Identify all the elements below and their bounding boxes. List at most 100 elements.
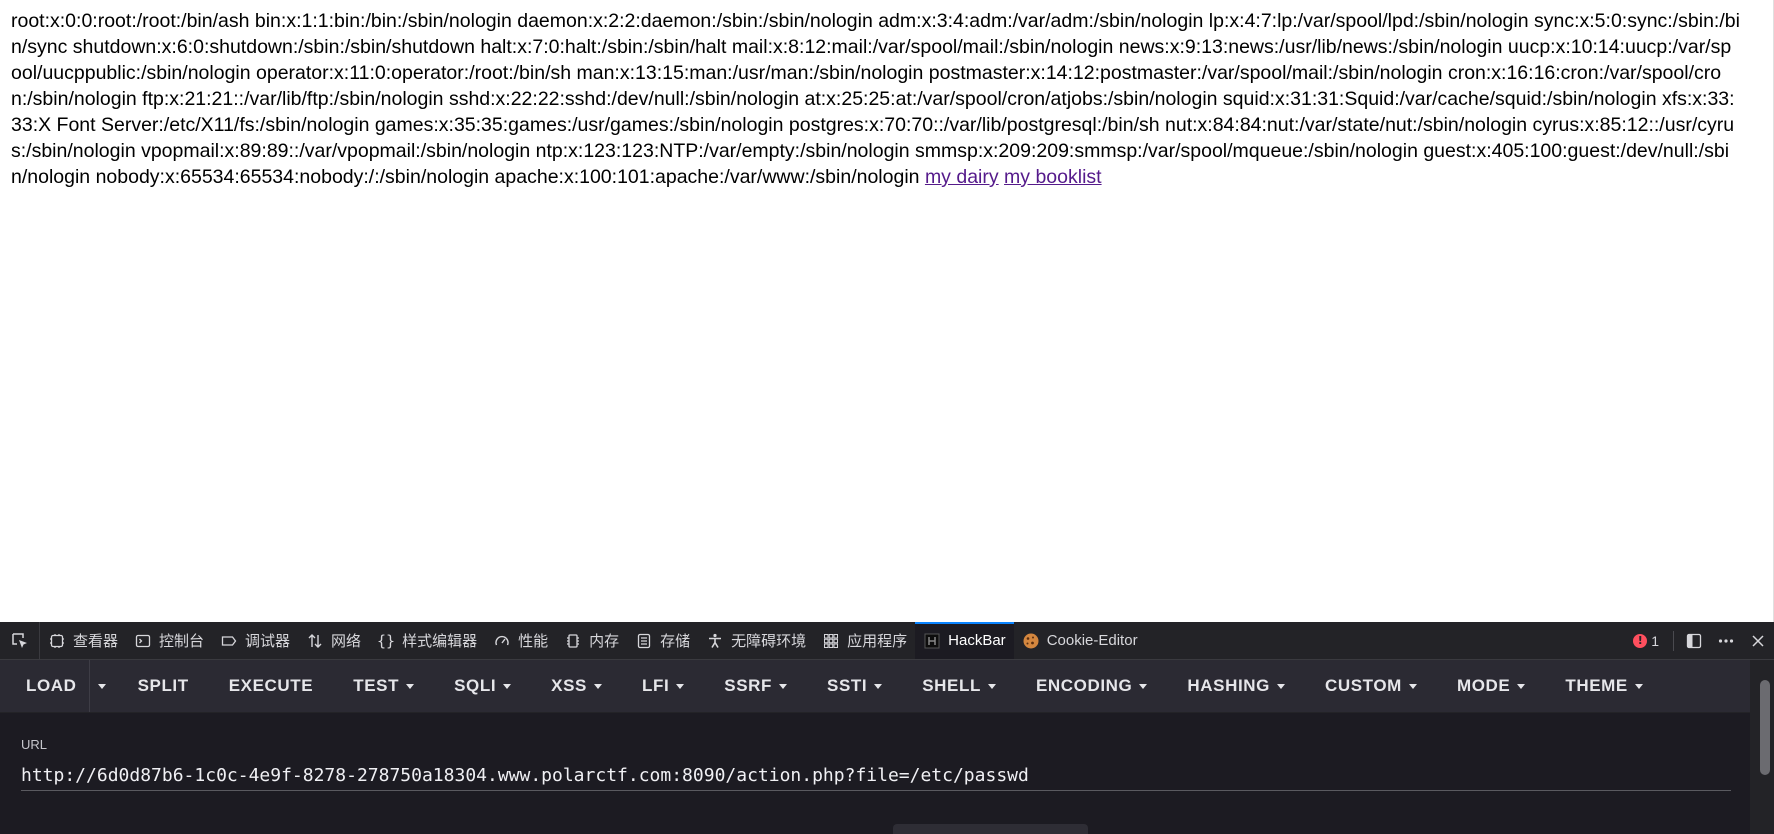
tab-console[interactable]: 控制台 — [126, 622, 212, 659]
console-icon — [134, 632, 152, 650]
hackbar-scrollbar[interactable] — [1760, 680, 1770, 775]
element-picker-button[interactable] — [0, 622, 40, 659]
tab-cookie-editor[interactable]: Cookie-Editor — [1014, 622, 1146, 659]
ssrf-label: SSRF — [724, 676, 773, 695]
error-count-badge[interactable]: ! 1 — [1623, 633, 1669, 649]
tab-label: 控制台 — [159, 633, 205, 650]
chevron-down-icon — [1276, 683, 1285, 689]
load-button[interactable]: LOAD — [6, 660, 89, 712]
dock-options-button[interactable] — [1678, 622, 1710, 659]
xss-menu-button[interactable]: XSS — [531, 660, 622, 712]
link-my-dairy[interactable]: my dairy — [925, 166, 999, 188]
sqli-menu-button[interactable]: SQLI — [434, 660, 531, 712]
encoding-label: ENCODING — [1035, 676, 1133, 695]
theme-menu-button[interactable]: THEME — [1545, 660, 1663, 712]
memory-icon — [564, 632, 582, 650]
storage-icon — [635, 632, 653, 650]
hackbar-toolbar: LOAD SPLIT EXECUTE TEST SQLI XSS LFI SSR… — [0, 660, 1750, 712]
chevron-down-icon — [779, 683, 788, 689]
link-my-booklist[interactable]: my booklist — [1004, 166, 1102, 188]
tab-label: 性能 — [518, 633, 549, 650]
url-input[interactable] — [21, 760, 1731, 791]
tab-storage[interactable]: 存储 — [627, 622, 698, 659]
tab-debugger[interactable]: 调试器 — [212, 622, 298, 659]
chevron-down-icon — [1517, 683, 1526, 689]
ssrf-menu-button[interactable]: SSRF — [704, 660, 807, 712]
chevron-down-icon — [1408, 683, 1417, 689]
test-menu-button[interactable]: TEST — [333, 660, 434, 712]
tab-memory[interactable]: 内存 — [556, 622, 627, 659]
tab-label: Cookie-Editor — [1046, 632, 1138, 649]
error-icon: ! — [1633, 633, 1648, 648]
tab-application[interactable]: 应用程序 — [814, 622, 915, 659]
shell-menu-button[interactable]: SHELL — [902, 660, 1016, 712]
chevron-down-icon — [406, 683, 415, 689]
chevron-down-icon — [1139, 683, 1148, 689]
network-icon — [306, 632, 324, 650]
accessibility-icon — [706, 632, 724, 650]
lfi-label: LFI — [642, 676, 670, 695]
element-picker-icon — [11, 632, 27, 648]
dock-side-icon — [1686, 633, 1702, 648]
tab-hackbar[interactable]: HackBar — [915, 622, 1014, 659]
close-icon — [1752, 634, 1764, 647]
tab-label: 应用程序 — [847, 633, 908, 650]
chevron-down-icon — [503, 683, 512, 689]
tab-label: 无障碍环境 — [731, 633, 807, 650]
lfi-menu-button[interactable]: LFI — [622, 660, 704, 712]
ssti-label: SSTI — [827, 676, 868, 695]
sqli-label: SQLI — [454, 676, 497, 695]
passwd-text: root:x:0:0:root:/root:/bin/ash bin:x:1:1… — [11, 10, 1740, 188]
tab-accessibility[interactable]: 无障碍环境 — [698, 622, 814, 659]
custom-label: CUSTOM — [1324, 676, 1402, 695]
custom-menu-button[interactable]: CUSTOM — [1305, 660, 1437, 712]
devtools-panel: 查看器 控制台 调试器 网络 {} 样式编辑器 性能 内存 存储 无障碍环境 应… — [0, 622, 1774, 834]
mode-label: MODE — [1456, 676, 1511, 695]
tab-label: 调试器 — [245, 633, 291, 650]
execute-label: EXECUTE — [228, 676, 314, 695]
tab-label: 查看器 — [73, 633, 119, 650]
tab-style-editor[interactable]: {} 样式编辑器 — [369, 622, 485, 659]
split-button[interactable]: SPLIT — [118, 660, 209, 712]
shell-label: SHELL — [922, 676, 981, 695]
load-options-button[interactable] — [88, 660, 118, 712]
page-content: root:x:0:0:root:/root:/bin/ash bin:x:1:1… — [0, 0, 1750, 190]
hashing-label: HASHING — [1187, 676, 1270, 695]
cookie-icon — [1022, 632, 1040, 650]
chevron-down-icon — [987, 683, 996, 689]
url-field-label: URL — [21, 737, 48, 752]
chevron-down-icon — [594, 683, 602, 689]
xss-label: XSS — [551, 676, 587, 695]
performance-icon — [493, 632, 511, 650]
ssti-menu-button[interactable]: SSTI — [807, 660, 902, 712]
tab-network[interactable]: 网络 — [298, 622, 369, 659]
debugger-icon — [220, 632, 238, 650]
resize-handle[interactable] — [893, 824, 1088, 834]
error-count: 1 — [1651, 632, 1659, 649]
load-label: LOAD — [26, 676, 77, 695]
hackbar-icon — [923, 632, 941, 650]
page-viewport: root:x:0:0:root:/root:/bin/ash bin:x:1:1… — [0, 0, 1774, 622]
tab-label: HackBar — [948, 632, 1006, 649]
tab-label: 样式编辑器 — [402, 633, 478, 650]
hackbar-url-section: URL — [0, 713, 1750, 834]
encoding-menu-button[interactable]: ENCODING — [1016, 660, 1167, 712]
mode-menu-button[interactable]: MODE — [1437, 660, 1545, 712]
application-icon — [822, 632, 840, 650]
tab-label: 存储 — [660, 633, 691, 650]
chevron-down-icon — [1634, 683, 1643, 689]
split-label: SPLIT — [137, 676, 189, 695]
tab-performance[interactable]: 性能 — [485, 622, 556, 659]
tab-label: 内存 — [589, 633, 620, 650]
devtools-tabbar: 查看器 控制台 调试器 网络 {} 样式编辑器 性能 内存 存储 无障碍环境 应… — [0, 622, 1774, 660]
execute-button[interactable]: EXECUTE — [209, 660, 334, 712]
devtools-toolbar-right: ! 1 — [1623, 622, 1774, 659]
toolbar-divider — [1673, 630, 1674, 651]
hashing-menu-button[interactable]: HASHING — [1167, 660, 1305, 712]
inspector-icon — [48, 632, 66, 650]
theme-label: THEME — [1565, 676, 1628, 695]
close-devtools-button[interactable] — [1742, 622, 1774, 659]
more-options-button[interactable] — [1710, 622, 1742, 659]
tab-inspector[interactable]: 查看器 — [40, 622, 126, 659]
test-label: TEST — [353, 676, 400, 695]
